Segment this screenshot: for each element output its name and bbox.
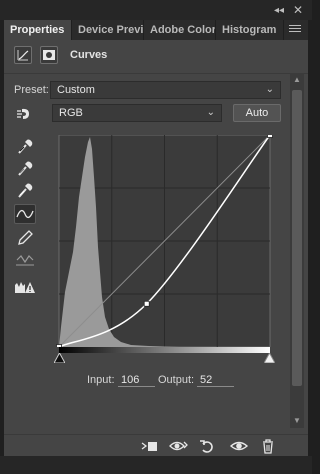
white-point-eyedropper-icon[interactable]: [14, 180, 36, 200]
chevron-down-icon: ⌄: [206, 107, 215, 118]
reset-icon[interactable]: [198, 438, 218, 454]
panel-footer: [0, 456, 312, 474]
curve-control-point[interactable]: [143, 300, 150, 307]
collapse-panels-icon[interactable]: ◂◂: [273, 5, 285, 17]
tab-adobe-color-themes[interactable]: Adobe Color T: [144, 20, 216, 40]
scroll-down-icon[interactable]: ▼: [292, 415, 302, 427]
tab-bar: Properties Device Preview Adobe Color T …: [4, 20, 308, 40]
pencil-draw-icon[interactable]: [14, 228, 36, 248]
output-gradient-bar: [59, 347, 270, 353]
panel-menu-icon[interactable]: [289, 25, 301, 34]
channel-value: RGB: [59, 107, 83, 119]
preset-dropdown[interactable]: Custom ⌄: [50, 81, 281, 99]
clip-to-layer-icon[interactable]: [140, 438, 160, 454]
tab-device-preview[interactable]: Device Preview: [72, 20, 144, 40]
edit-points-curve-icon[interactable]: [14, 204, 36, 224]
tab-properties[interactable]: Properties: [4, 20, 72, 40]
smooth-curve-icon[interactable]: [14, 250, 36, 270]
adjustment-title: Curves: [70, 49, 108, 61]
scroll-up-icon[interactable]: ▲: [292, 74, 302, 86]
black-point-slider[interactable]: [53, 351, 66, 364]
input-label: Input:: [87, 374, 115, 386]
adjustment-header: Curves: [4, 40, 308, 74]
toggle-visibility-icon[interactable]: [229, 438, 249, 454]
curve-control-point[interactable]: [267, 135, 273, 138]
gray-point-eyedropper-icon[interactable]: [14, 158, 36, 178]
chevron-down-icon: ⌄: [265, 84, 274, 95]
preset-value: Custom: [57, 84, 95, 96]
on-image-adjust-icon[interactable]: [14, 104, 36, 124]
input-value-field[interactable]: 106: [118, 373, 155, 387]
mask-icon[interactable]: [40, 46, 58, 64]
preset-label: Preset:: [14, 84, 49, 96]
close-icon[interactable]: ✕: [292, 4, 304, 16]
view-previous-state-icon[interactable]: [169, 438, 189, 454]
scrollbar-thumb[interactable]: [292, 90, 302, 386]
black-point-eyedropper-icon[interactable]: [14, 136, 36, 156]
white-point-slider[interactable]: [263, 351, 276, 364]
clipping-warning-icon[interactable]: [14, 278, 36, 298]
curve-graph[interactable]: [55, 135, 273, 347]
auto-button[interactable]: Auto: [233, 104, 281, 122]
output-label: Output:: [158, 374, 195, 386]
channel-dropdown[interactable]: RGB ⌄: [52, 104, 222, 122]
output-value-field[interactable]: 52: [197, 373, 234, 387]
panel-title-strip: [0, 0, 312, 20]
trash-icon[interactable]: [258, 438, 278, 454]
adjustment-curves-icon[interactable]: [14, 46, 32, 64]
tab-histogram[interactable]: Histogram: [216, 20, 284, 40]
